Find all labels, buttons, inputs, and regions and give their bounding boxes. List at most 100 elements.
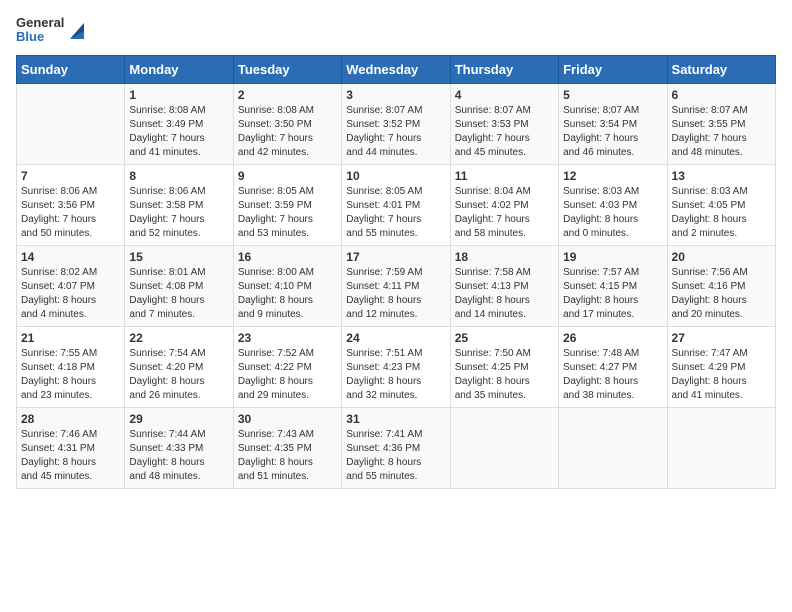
day-number: 18 — [455, 250, 554, 264]
day-number: 30 — [238, 412, 337, 426]
day-info: Sunrise: 7:59 AM Sunset: 4:11 PM Dayligh… — [346, 266, 445, 322]
day-info: Sunrise: 8:05 AM Sunset: 3:59 PM Dayligh… — [238, 185, 337, 241]
day-number: 13 — [672, 169, 771, 183]
day-number: 12 — [563, 169, 662, 183]
calendar-cell: 13 Sunrise: 8:03 AM Sunset: 4:05 PM Dayli… — [667, 164, 775, 245]
day-number: 11 — [455, 169, 554, 183]
logo: General Blue — [16, 16, 88, 45]
day-number: 10 — [346, 169, 445, 183]
day-info: Sunrise: 8:06 AM Sunset: 3:58 PM Dayligh… — [129, 185, 228, 241]
calendar-cell: 8Sunrise: 8:06 AM Sunset: 3:58 PM Daylig… — [125, 164, 233, 245]
calendar-cell: 10 Sunrise: 8:05 AM Sunset: 4:01 PM Dayli… — [342, 164, 450, 245]
calendar-cell — [17, 83, 125, 164]
day-number: 20 — [672, 250, 771, 264]
day-info: Sunrise: 7:57 AM Sunset: 4:15 PM Dayligh… — [563, 266, 662, 322]
week-row-2: 7 Sunrise: 8:06 AM Sunset: 3:56 PM Daylig… — [17, 164, 776, 245]
day-info: Sunrise: 7:43 AM Sunset: 4:35 PM Dayligh… — [238, 428, 337, 484]
day-number: 29 — [129, 412, 228, 426]
day-info: Sunrise: 8:03 AM Sunset: 4:05 PM Dayligh… — [672, 185, 771, 241]
header-friday: Friday — [559, 55, 667, 83]
day-info: Sunrise: 8:00 AM Sunset: 4:10 PM Dayligh… — [238, 266, 337, 322]
day-number: 22 — [129, 331, 228, 345]
day-number: 19 — [563, 250, 662, 264]
calendar-cell: 2Sunrise: 8:08 AM Sunset: 3:50 PM Daylig… — [233, 83, 341, 164]
day-number: 31 — [346, 412, 445, 426]
calendar-cell: 12 Sunrise: 8:03 AM Sunset: 4:03 PM Dayli… — [559, 164, 667, 245]
day-info: Sunrise: 8:07 AM Sunset: 3:52 PM Dayligh… — [346, 104, 445, 160]
calendar-cell: 24 Sunrise: 7:51 AM Sunset: 4:23 PM Dayli… — [342, 326, 450, 407]
day-number: 9 — [238, 169, 337, 183]
day-number: 16 — [238, 250, 337, 264]
day-number: 17 — [346, 250, 445, 264]
calendar-cell: 27 Sunrise: 7:47 AM Sunset: 4:29 PM Dayli… — [667, 326, 775, 407]
logo-wrapper: General Blue — [16, 16, 88, 45]
page-header: General Blue — [16, 16, 776, 45]
calendar-cell: 17 Sunrise: 7:59 AM Sunset: 4:11 PM Dayli… — [342, 245, 450, 326]
day-info: Sunrise: 8:04 AM Sunset: 4:02 PM Dayligh… — [455, 185, 554, 241]
calendar-cell — [559, 407, 667, 488]
calendar-header-row: SundayMondayTuesdayWednesdayThursdayFrid… — [17, 55, 776, 83]
day-info: Sunrise: 8:07 AM Sunset: 3:54 PM Dayligh… — [563, 104, 662, 160]
day-number: 28 — [21, 412, 120, 426]
day-number: 25 — [455, 331, 554, 345]
day-info: Sunrise: 8:03 AM Sunset: 4:03 PM Dayligh… — [563, 185, 662, 241]
calendar-cell: 22 Sunrise: 7:54 AM Sunset: 4:20 PM Dayli… — [125, 326, 233, 407]
day-number: 24 — [346, 331, 445, 345]
day-info: Sunrise: 7:52 AM Sunset: 4:22 PM Dayligh… — [238, 347, 337, 403]
logo-triangle-icon — [66, 19, 88, 41]
calendar-cell: 19 Sunrise: 7:57 AM Sunset: 4:15 PM Dayli… — [559, 245, 667, 326]
day-info: Sunrise: 8:07 AM Sunset: 3:55 PM Dayligh… — [672, 104, 771, 160]
calendar-cell: 21 Sunrise: 7:55 AM Sunset: 4:18 PM Dayli… — [17, 326, 125, 407]
header-thursday: Thursday — [450, 55, 558, 83]
header-sunday: Sunday — [17, 55, 125, 83]
calendar-cell: 5 Sunrise: 8:07 AM Sunset: 3:54 PM Daylig… — [559, 83, 667, 164]
day-info: Sunrise: 7:47 AM Sunset: 4:29 PM Dayligh… — [672, 347, 771, 403]
calendar-cell: 23 Sunrise: 7:52 AM Sunset: 4:22 PM Dayli… — [233, 326, 341, 407]
calendar-cell: 20 Sunrise: 7:56 AM Sunset: 4:16 PM Dayli… — [667, 245, 775, 326]
week-row-4: 21 Sunrise: 7:55 AM Sunset: 4:18 PM Dayli… — [17, 326, 776, 407]
day-number: 15 — [129, 250, 228, 264]
day-info: Sunrise: 7:44 AM Sunset: 4:33 PM Dayligh… — [129, 428, 228, 484]
day-info: Sunrise: 7:41 AM Sunset: 4:36 PM Dayligh… — [346, 428, 445, 484]
calendar-cell: 31 Sunrise: 7:41 AM Sunset: 4:36 PM Dayli… — [342, 407, 450, 488]
logo-blue: Blue — [16, 30, 64, 44]
calendar-cell: 6 Sunrise: 8:07 AM Sunset: 3:55 PM Daylig… — [667, 83, 775, 164]
week-row-3: 14Sunrise: 8:02 AM Sunset: 4:07 PM Dayli… — [17, 245, 776, 326]
day-info: Sunrise: 8:05 AM Sunset: 4:01 PM Dayligh… — [346, 185, 445, 241]
calendar-cell: 1 Sunrise: 8:08 AM Sunset: 3:49 PM Daylig… — [125, 83, 233, 164]
day-number: 5 — [563, 88, 662, 102]
calendar-cell: 3 Sunrise: 8:07 AM Sunset: 3:52 PM Daylig… — [342, 83, 450, 164]
calendar-cell: 7 Sunrise: 8:06 AM Sunset: 3:56 PM Daylig… — [17, 164, 125, 245]
day-number: 21 — [21, 331, 120, 345]
week-row-5: 28 Sunrise: 7:46 AM Sunset: 4:31 PM Dayli… — [17, 407, 776, 488]
day-info: Sunrise: 7:55 AM Sunset: 4:18 PM Dayligh… — [21, 347, 120, 403]
day-info: Sunrise: 7:51 AM Sunset: 4:23 PM Dayligh… — [346, 347, 445, 403]
day-number: 2 — [238, 88, 337, 102]
day-info: Sunrise: 7:50 AM Sunset: 4:25 PM Dayligh… — [455, 347, 554, 403]
day-info: Sunrise: 7:46 AM Sunset: 4:31 PM Dayligh… — [21, 428, 120, 484]
day-number: 1 — [129, 88, 228, 102]
day-number: 7 — [21, 169, 120, 183]
day-info: Sunrise: 8:01 AM Sunset: 4:08 PM Dayligh… — [129, 266, 228, 322]
day-number: 23 — [238, 331, 337, 345]
logo-general: General — [16, 16, 64, 30]
calendar-cell: 28 Sunrise: 7:46 AM Sunset: 4:31 PM Dayli… — [17, 407, 125, 488]
header-wednesday: Wednesday — [342, 55, 450, 83]
calendar-cell: 30 Sunrise: 7:43 AM Sunset: 4:35 PM Dayli… — [233, 407, 341, 488]
week-row-1: 1 Sunrise: 8:08 AM Sunset: 3:49 PM Daylig… — [17, 83, 776, 164]
day-info: Sunrise: 8:08 AM Sunset: 3:49 PM Dayligh… — [129, 104, 228, 160]
day-number: 27 — [672, 331, 771, 345]
calendar-cell: 15 Sunrise: 8:01 AM Sunset: 4:08 PM Dayli… — [125, 245, 233, 326]
calendar-cell: 11 Sunrise: 8:04 AM Sunset: 4:02 PM Dayli… — [450, 164, 558, 245]
day-info: Sunrise: 8:06 AM Sunset: 3:56 PM Dayligh… — [21, 185, 120, 241]
day-info: Sunrise: 7:56 AM Sunset: 4:16 PM Dayligh… — [672, 266, 771, 322]
calendar-cell: 16 Sunrise: 8:00 AM Sunset: 4:10 PM Dayli… — [233, 245, 341, 326]
calendar-cell: 18 Sunrise: 7:58 AM Sunset: 4:13 PM Dayli… — [450, 245, 558, 326]
calendar-cell: 26Sunrise: 7:48 AM Sunset: 4:27 PM Dayli… — [559, 326, 667, 407]
day-number: 3 — [346, 88, 445, 102]
day-number: 26 — [563, 331, 662, 345]
day-info: Sunrise: 7:54 AM Sunset: 4:20 PM Dayligh… — [129, 347, 228, 403]
day-number: 4 — [455, 88, 554, 102]
day-info: Sunrise: 7:58 AM Sunset: 4:13 PM Dayligh… — [455, 266, 554, 322]
day-number: 6 — [672, 88, 771, 102]
